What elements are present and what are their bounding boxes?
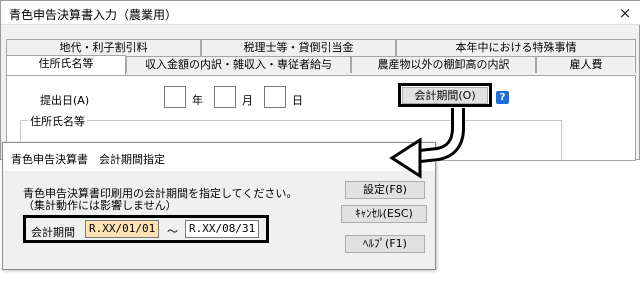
tab-land-rent-interest[interactable]: 地代・利子割引料 <box>6 39 201 56</box>
period-end-input[interactable]: R.XX/08/31 <box>185 220 259 238</box>
filing-month-input[interactable] <box>214 86 236 108</box>
accounting-period-dialog: 青色申告決算書 会計期間指定 × 青色申告決算書印刷用の会計期間を指定してくださ… <box>2 142 436 270</box>
dialog-title: 青色申告決算書 会計期間指定 <box>11 153 165 166</box>
highlight-box <box>398 83 492 107</box>
tab-address-name[interactable]: 住所氏名等 <box>6 55 126 75</box>
period-separator: ～ <box>167 225 178 238</box>
help-button[interactable]: ﾍﾙﾌﾟ(F1) <box>345 235 425 253</box>
tab-employee-cost[interactable]: 雇人費 <box>536 56 636 73</box>
filing-day-input[interactable] <box>264 86 286 108</box>
tab-strip: 地代・利子割引料 税理士等・貸倒引当金 本年中における特殊事情 住所氏名等 収入… <box>6 39 636 75</box>
address-group-label: 住所氏名等 <box>28 113 87 129</box>
tab-inventory-breakdown[interactable]: 農産物以外の棚卸高の内訳 <box>351 56 536 73</box>
window-title: 青色申告決算書入力（農業用） <box>9 8 178 22</box>
tab-tax-accountant-allowance[interactable]: 税理士等・貸倒引当金 <box>201 39 396 56</box>
dialog-close-icon[interactable]: × <box>409 147 433 167</box>
year-unit-label: 年 <box>192 94 203 107</box>
tab-revenue-breakdown[interactable]: 収入金額の内訳・雑収入・専従者給与 <box>126 56 351 73</box>
month-unit-label: 月 <box>242 94 253 107</box>
set-button[interactable]: 設定(F8) <box>345 181 425 199</box>
day-unit-label: 日 <box>292 94 303 107</box>
period-label: 会計期間 <box>31 226 75 239</box>
tab-special-circumstances[interactable]: 本年中における特殊事情 <box>396 39 636 56</box>
dialog-message-line2: （集計動作には影響しません） <box>23 199 177 212</box>
question-icon[interactable]: ? <box>496 91 509 104</box>
window-close-icon[interactable]: × <box>612 3 638 23</box>
filing-date-label: 提出日(A) <box>40 94 90 107</box>
period-start-input[interactable]: R.XX/01/01 <box>85 220 159 238</box>
filing-year-input[interactable] <box>164 86 186 108</box>
cancel-button[interactable]: ｷｬﾝｾﾙ(ESC) <box>341 205 427 223</box>
